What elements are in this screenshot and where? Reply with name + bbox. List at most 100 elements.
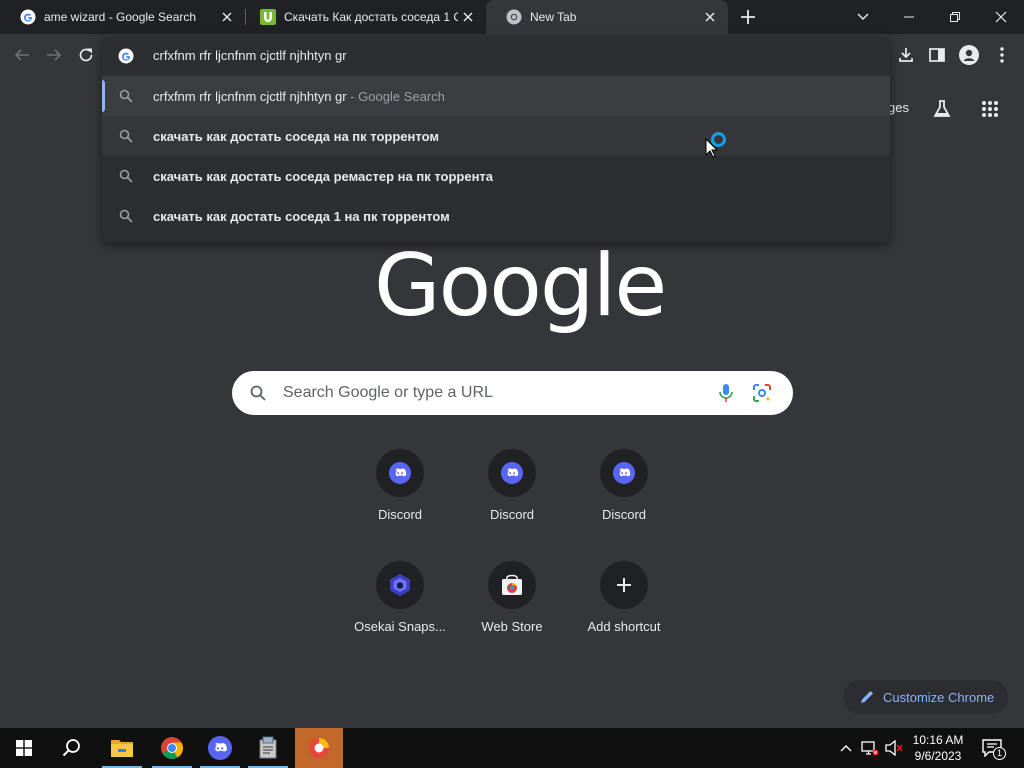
chevron-down-icon	[857, 13, 869, 20]
chrome-menu-button[interactable]	[988, 41, 1016, 69]
shortcut-label: Osekai Snaps...	[354, 619, 446, 634]
back-button[interactable]	[8, 41, 36, 69]
arrow-left-icon	[14, 49, 29, 61]
minimize-button[interactable]	[886, 0, 932, 34]
plus-icon	[617, 578, 631, 592]
shortcut-icon-circle	[488, 449, 536, 497]
close-tab-icon[interactable]	[700, 7, 720, 27]
google-g-icon	[118, 48, 134, 64]
tab-title: ame wizard - Google Search	[44, 10, 197, 24]
network-disconnected-icon	[861, 741, 879, 756]
omnibox-suggestion[interactable]: скачать как достать соседа на пк торрент…	[102, 116, 890, 156]
address-bar-text[interactable]: crfxfnm rfr ljcnfnm cjctlf njhhtyn gr	[153, 48, 347, 63]
suggestion-query: скачать как достать соседа 1 на пк торре…	[153, 209, 450, 224]
google-lens-icon[interactable]	[753, 384, 771, 402]
shortcut-icon-circle	[488, 561, 536, 609]
images-link[interactable]: ges	[888, 100, 909, 115]
close-window-button[interactable]	[978, 0, 1024, 34]
side-panel-button[interactable]	[923, 41, 951, 69]
tab-new-tab[interactable]: New Tab	[486, 0, 728, 34]
windows-taskbar: 10:16 AM 9/6/2023 1	[0, 728, 1024, 768]
restore-icon	[950, 12, 960, 22]
tab-title: Скачать Как достать соседа 1 С/	[284, 10, 458, 24]
forward-button[interactable]	[40, 41, 68, 69]
shortcut-icon-circle	[376, 449, 424, 497]
discord-icon	[208, 736, 232, 760]
ntp-search-box[interactable]	[232, 371, 793, 415]
taskbar-file-explorer[interactable]	[98, 728, 146, 768]
profile-button[interactable]	[955, 41, 983, 69]
tray-network-button[interactable]	[860, 738, 880, 758]
close-tab-icon[interactable]	[217, 7, 237, 27]
clock-time: 10:16 AM	[912, 733, 964, 747]
restore-button[interactable]	[932, 0, 978, 34]
microphone-icon[interactable]	[718, 383, 734, 403]
tray-volume-button[interactable]	[884, 738, 904, 758]
taskbar-clock[interactable]: 10:16 AM 9/6/2023	[906, 732, 970, 764]
shortcut-tile[interactable]: Web Store	[456, 561, 568, 673]
action-center-button[interactable]: 1	[982, 738, 1006, 760]
close-tab-icon[interactable]	[458, 7, 478, 27]
google-logo: Google	[374, 236, 667, 336]
discord-icon	[389, 462, 411, 484]
app-orange-circle-icon	[309, 738, 329, 758]
windows-logo-icon	[16, 740, 32, 756]
shortcut-tile[interactable]: Discord	[568, 449, 680, 561]
flask-icon	[933, 100, 951, 117]
omnibox-suggestion[interactable]: скачать как достать соседа ремастер на п…	[102, 156, 890, 196]
search-icon	[119, 129, 133, 143]
customize-chrome-button[interactable]: Customize Chrome	[843, 680, 1008, 714]
new-tab-button[interactable]	[736, 5, 760, 29]
shortcut-tile[interactable]: Discord	[456, 449, 568, 561]
profile-avatar-icon	[959, 45, 979, 65]
chrome-icon	[506, 9, 522, 25]
tab-title: New Tab	[530, 10, 577, 24]
tray-overflow-button[interactable]	[836, 738, 856, 758]
labs-button[interactable]	[928, 95, 956, 123]
start-button[interactable]	[0, 728, 48, 768]
shortcut-tile[interactable]: Osekai Snaps...	[344, 561, 456, 673]
taskbar-chrome[interactable]	[148, 728, 196, 768]
tab-utorrent[interactable]: Скачать Как достать соседа 1 С/	[240, 0, 486, 34]
shortcut-icon-circle	[376, 561, 424, 609]
shortcut-label: Add shortcut	[587, 619, 661, 634]
discord-icon	[613, 462, 635, 484]
omnibox-suggestion[interactable]: crfxfnm rfr ljcnfnm cjctlf njhhtyn gr - …	[102, 76, 890, 116]
customize-label: Customize Chrome	[883, 690, 995, 705]
taskbar-discord[interactable]	[196, 728, 244, 768]
plus-icon	[741, 10, 755, 24]
suggestion-query: crfxfnm rfr ljcnfnm cjctlf njhhtyn gr	[153, 89, 347, 104]
address-bar[interactable]: crfxfnm rfr ljcnfnm cjctlf njhhtyn gr	[102, 36, 890, 76]
taskbar-flagged-app[interactable]	[295, 728, 343, 768]
kebab-menu-icon	[1000, 47, 1004, 63]
shortcut-label: Discord	[489, 507, 535, 522]
chevron-up-icon	[840, 745, 852, 752]
suggestion-text: скачать как достать соседа ремастер на п…	[153, 169, 493, 184]
installer-icon	[259, 736, 277, 759]
suggestion-query: скачать как достать соседа на пк торрент…	[153, 129, 439, 144]
utorrent-icon	[260, 9, 276, 25]
taskbar-search-button[interactable]	[48, 728, 96, 768]
downloads-button[interactable]	[892, 41, 920, 69]
suggestion-text: скачать как достать соседа на пк торрент…	[153, 129, 439, 144]
tab-google-search[interactable]: ame wizard - Google Search	[0, 0, 245, 34]
reload-button[interactable]	[72, 41, 100, 69]
download-icon	[899, 48, 913, 62]
volume-muted-icon	[885, 740, 903, 756]
apps-grid-icon	[982, 101, 998, 117]
suggestion-suffix: - Google Search	[346, 89, 445, 104]
clock-date: 9/6/2023	[914, 749, 962, 763]
shortcut-tile[interactable]: Discord	[344, 449, 456, 561]
search-icon	[119, 89, 133, 103]
omnibox-suggestion[interactable]: скачать как достать соседа 1 на пк торре…	[102, 196, 890, 236]
osekai-icon	[390, 574, 410, 596]
pencil-icon	[861, 691, 873, 703]
suggestion-text: скачать как достать соседа 1 на пк торре…	[153, 209, 450, 224]
google-apps-button[interactable]	[976, 95, 1004, 123]
side-panel-icon	[929, 48, 945, 62]
taskbar-installer-app[interactable]	[244, 728, 292, 768]
ntp-search-input[interactable]	[283, 381, 703, 405]
suggestion-query: скачать как достать соседа ремастер на п…	[153, 169, 494, 184]
add-shortcut-tile[interactable]: Add shortcut	[568, 561, 680, 673]
tab-search-button[interactable]	[840, 0, 886, 34]
